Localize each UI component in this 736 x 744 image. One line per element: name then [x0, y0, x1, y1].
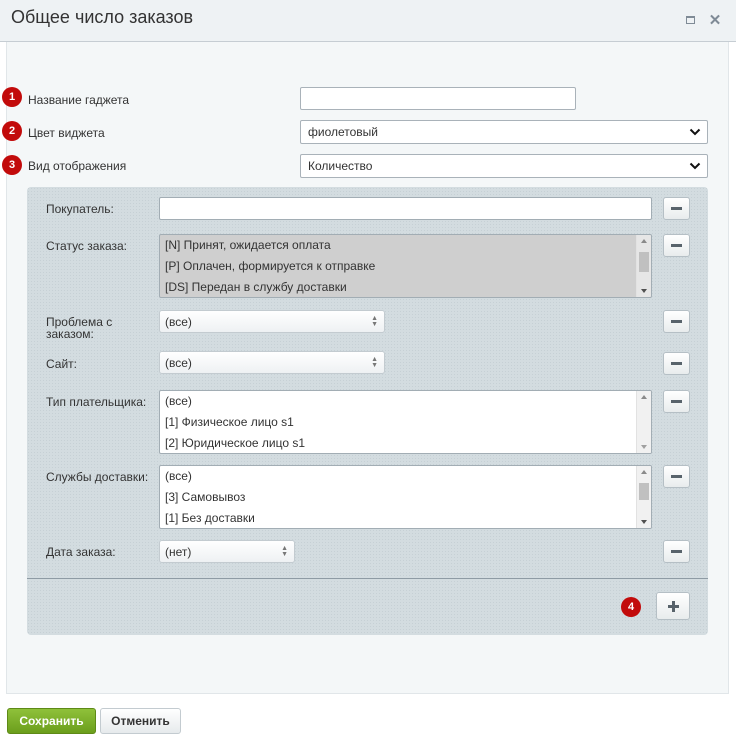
- remove-delivery-button[interactable]: [663, 465, 690, 488]
- gadget-name-input[interactable]: [300, 87, 576, 110]
- status-label: Статус заказа:: [46, 239, 128, 253]
- scroll-up-icon: [641, 239, 647, 243]
- minus-icon: [671, 320, 682, 323]
- chevron-down-icon: [689, 162, 701, 170]
- gadget-name-label: Название гаджета: [28, 93, 130, 107]
- scroll-thumb[interactable]: [639, 252, 649, 272]
- minus-icon: [671, 475, 682, 478]
- order-date-label: Дата заказа:: [46, 545, 116, 559]
- remove-buyer-button[interactable]: [663, 197, 690, 220]
- save-button[interactable]: Сохранить: [7, 708, 96, 734]
- view-mode-value: Количество: [308, 159, 373, 173]
- remove-site-button[interactable]: [663, 352, 690, 375]
- dialog-title: Общее число заказов: [11, 7, 194, 27]
- buyer-input[interactable]: [159, 197, 652, 220]
- close-icon[interactable]: ✕: [707, 12, 723, 29]
- list-item[interactable]: [2] Юридическое лицо s1: [160, 433, 651, 453]
- step-badge-1: 1: [2, 87, 22, 107]
- minus-icon: [671, 550, 682, 553]
- order-date-value: (нет): [165, 544, 192, 559]
- scrollbar[interactable]: [636, 466, 651, 528]
- scroll-down-icon: [641, 445, 647, 449]
- remove-payer-type-button[interactable]: [663, 390, 690, 413]
- payer-type-listbox[interactable]: (все) [1] Физическое лицо s1 [2] Юридиче…: [159, 390, 652, 454]
- remove-problem-button[interactable]: [663, 310, 690, 333]
- list-item[interactable]: [P] Оплачен, формируется к отправке: [160, 256, 651, 277]
- list-item[interactable]: (все): [160, 466, 651, 487]
- problem-label: Проблема с заказом:: [46, 315, 113, 341]
- site-select[interactable]: (все) ▲ ▼: [159, 351, 385, 374]
- problem-value: (все): [165, 314, 192, 329]
- delivery-listbox[interactable]: (все) [3] Самовывоз [1] Без доставки: [159, 465, 652, 529]
- scroll-down-icon: [641, 520, 647, 524]
- order-date-select[interactable]: (нет) ▲ ▼: [159, 540, 295, 563]
- list-item[interactable]: [N] Принят, ожидается оплата: [160, 235, 651, 256]
- view-mode-label: Вид отображения: [28, 159, 127, 173]
- site-value: (все): [165, 355, 192, 370]
- minus-icon: [671, 244, 682, 247]
- list-item[interactable]: [3] Самовывоз: [160, 487, 651, 508]
- add-filter-button[interactable]: [656, 592, 690, 620]
- step-badge-2: 2: [2, 121, 22, 141]
- widget-color-label: Цвет виджета: [28, 126, 105, 140]
- payer-type-label: Тип плательщика:: [46, 395, 147, 409]
- remove-order-date-button[interactable]: [663, 540, 690, 563]
- step-badge-4: 4: [621, 597, 641, 617]
- view-mode-select[interactable]: Количество: [300, 154, 708, 178]
- scroll-up-icon: [641, 470, 647, 474]
- panel-divider: [27, 578, 708, 579]
- remove-status-button[interactable]: [663, 234, 690, 257]
- scrollbar[interactable]: [636, 391, 651, 453]
- list-item[interactable]: [1] Без доставки: [160, 508, 651, 528]
- scrollbar[interactable]: [636, 235, 651, 297]
- step-badge-3: 3: [2, 155, 22, 175]
- scroll-thumb[interactable]: [639, 483, 649, 500]
- updown-icon: ▲ ▼: [371, 315, 378, 328]
- cancel-button[interactable]: Отменить: [100, 708, 181, 734]
- widget-color-select[interactable]: фиолетовый: [300, 120, 708, 144]
- minus-icon: [671, 362, 682, 365]
- minus-icon: [671, 207, 682, 210]
- chevron-down-icon: [689, 128, 701, 136]
- maximize-icon[interactable]: [682, 12, 698, 28]
- list-item[interactable]: [1] Физическое лицо s1: [160, 412, 651, 433]
- scroll-up-icon: [641, 395, 647, 399]
- list-item[interactable]: (все): [160, 391, 651, 412]
- dialog-header: Общее число заказов ✕: [0, 0, 736, 42]
- updown-icon: ▲ ▼: [281, 545, 288, 558]
- problem-select[interactable]: (все) ▲ ▼: [159, 310, 385, 333]
- buyer-label: Покупатель:: [46, 202, 114, 216]
- minus-icon: [671, 400, 682, 403]
- list-item[interactable]: [DS] Передан в службу доставки: [160, 277, 651, 297]
- widget-color-value: фиолетовый: [308, 125, 379, 139]
- scroll-down-icon: [641, 289, 647, 293]
- updown-icon: ▲ ▼: [371, 356, 378, 369]
- site-label: Сайт:: [46, 357, 78, 371]
- delivery-label: Службы доставки:: [46, 470, 149, 484]
- status-listbox[interactable]: [N] Принят, ожидается оплата [P] Оплачен…: [159, 234, 652, 298]
